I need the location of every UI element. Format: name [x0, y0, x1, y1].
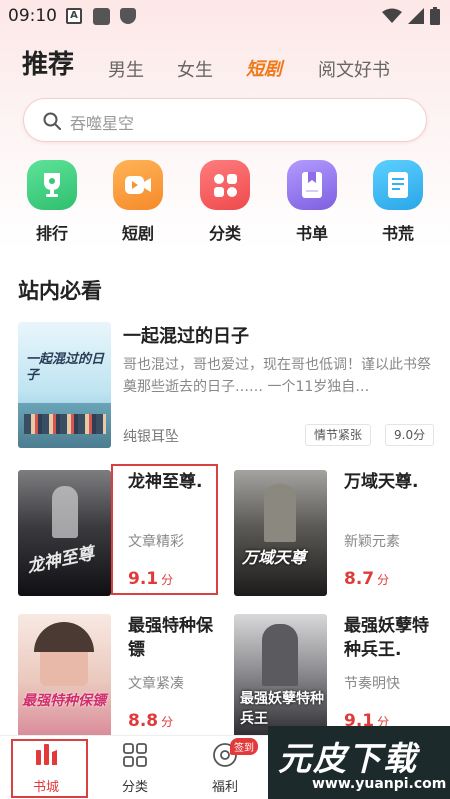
book-title[interactable]: 最强特种保镖 — [128, 614, 228, 662]
grid-icon — [200, 160, 250, 210]
book-tag: 节奏明快 — [344, 676, 400, 692]
category-booklist-label: 书单 — [295, 224, 328, 243]
status-right-icons — [382, 7, 440, 25]
a-notification-icon: A — [66, 8, 82, 24]
book-card[interactable]: 最强妖孽特种兵王 最强妖孽特种兵王. 节奏明快 9.1 分 — [234, 614, 444, 742]
category-booklist[interactable]: 书单 — [282, 160, 342, 244]
highlight-frame — [11, 739, 88, 798]
book-score-value: 8.7 — [344, 569, 375, 589]
search-placeholder: 吞噬星空 — [70, 114, 135, 133]
featured-tag: 情节紧张 — [305, 424, 372, 446]
tab-female[interactable]: 女生 — [177, 56, 213, 82]
category-short-drama[interactable]: 短剧 — [108, 160, 168, 244]
battery-icon — [430, 7, 440, 25]
book-score: 8.8 分 — [128, 711, 173, 731]
status-time: 09:10 — [8, 6, 57, 26]
book-cover[interactable]: 万域天尊 — [234, 470, 327, 596]
nav-category-label: 分类 — [121, 780, 148, 795]
nav-category[interactable]: 分类 — [100, 742, 170, 795]
video-icon — [113, 160, 163, 210]
category-classify-label: 分类 — [208, 224, 241, 243]
open-book-icon — [373, 160, 423, 210]
cover-title-art: 一起混过的日子 — [26, 352, 105, 383]
bookmark-book-icon — [287, 160, 337, 210]
book-title[interactable]: 最强妖孽特种兵王. — [344, 614, 444, 662]
book-score-unit: 分 — [161, 715, 174, 729]
status-bar: 09:10 A — [0, 0, 450, 34]
watermark: 元皮下载 www.yuanpi.com — [268, 726, 450, 799]
nav-welfare[interactable]: 签到 福利 — [190, 738, 260, 795]
featured-title[interactable]: 一起混过的日子 — [123, 322, 249, 348]
top-tabs: 推荐 男生 女生 短剧 阅文好书 — [0, 40, 450, 90]
app-notification-icon — [93, 8, 110, 25]
shield-notification-icon — [120, 8, 136, 24]
featured-description: 哥也混过，哥也爱过，现在哥也低调！谨以此书祭奠那些逝去的日子…… 一个11岁独自… — [123, 357, 431, 395]
highlight-frame — [111, 464, 218, 595]
grid-icon — [123, 743, 147, 767]
category-shortcuts: 排行 短剧 分类 书单 书荒 — [0, 160, 450, 250]
book-score: 8.7 分 — [344, 569, 389, 589]
book-card[interactable]: 万域天尊 万域天尊. 新颖元素 8.7 分 — [234, 470, 444, 598]
book-card[interactable]: 最强特种保镖 最强特种保镖 文章紧凑 8.8 分 — [18, 614, 228, 742]
cover-title-art: 最强特种保镖 — [22, 693, 106, 709]
cover-title-art: 最强妖孽特种兵王 — [240, 691, 324, 727]
tab-male[interactable]: 男生 — [108, 56, 144, 82]
watermark-url: www.yuanpi.com — [312, 776, 447, 792]
watermark-logo-text: 元皮下载 — [278, 739, 418, 778]
book-title[interactable]: 万域天尊. — [344, 470, 444, 494]
tab-good-books[interactable]: 阅文好书 — [318, 56, 390, 82]
book-score-value: 8.8 — [128, 711, 159, 731]
book-cover[interactable]: 一起混过的日子 — [18, 322, 111, 448]
category-rank[interactable]: 排行 — [22, 160, 82, 244]
search-icon — [43, 112, 61, 130]
featured-score: 9.0分 — [385, 424, 435, 446]
signal-icon — [408, 8, 424, 24]
featured-book[interactable]: 一起混过的日子 一起混过的日子 哥也混过，哥也爱过，现在哥也低调！谨以此书祭奠那… — [18, 322, 438, 448]
book-score-unit: 分 — [377, 573, 390, 587]
category-book-shortage-label: 书荒 — [381, 224, 414, 243]
book-cover[interactable]: 最强特种保镖 — [18, 614, 111, 738]
featured-author: 纯银耳坠 — [123, 429, 179, 445]
cover-title-art: 龙神至尊 — [25, 543, 97, 578]
category-rank-label: 排行 — [35, 224, 68, 243]
search-bar[interactable]: 吞噬星空 — [23, 98, 427, 142]
category-short-drama-label: 短剧 — [121, 224, 154, 243]
category-classify[interactable]: 分类 — [195, 160, 255, 244]
nav-welfare-label: 福利 — [211, 780, 238, 795]
tab-short-drama[interactable]: 短剧 — [246, 55, 282, 81]
trophy-icon — [27, 160, 77, 210]
sign-in-badge: 签到 — [230, 738, 258, 755]
book-tag: 文章紧凑 — [128, 676, 184, 692]
book-cover[interactable]: 最强妖孽特种兵王 — [234, 614, 327, 738]
book-tag: 新颖元素 — [344, 534, 400, 550]
category-book-shortage[interactable]: 书荒 — [368, 160, 428, 244]
tab-recommend[interactable]: 推荐 — [22, 44, 74, 81]
cover-title-art: 万域天尊 — [242, 548, 307, 567]
section-title: 站内必看 — [18, 279, 102, 303]
book-cover[interactable]: 龙神至尊 — [18, 470, 111, 596]
wifi-icon — [382, 8, 402, 23]
